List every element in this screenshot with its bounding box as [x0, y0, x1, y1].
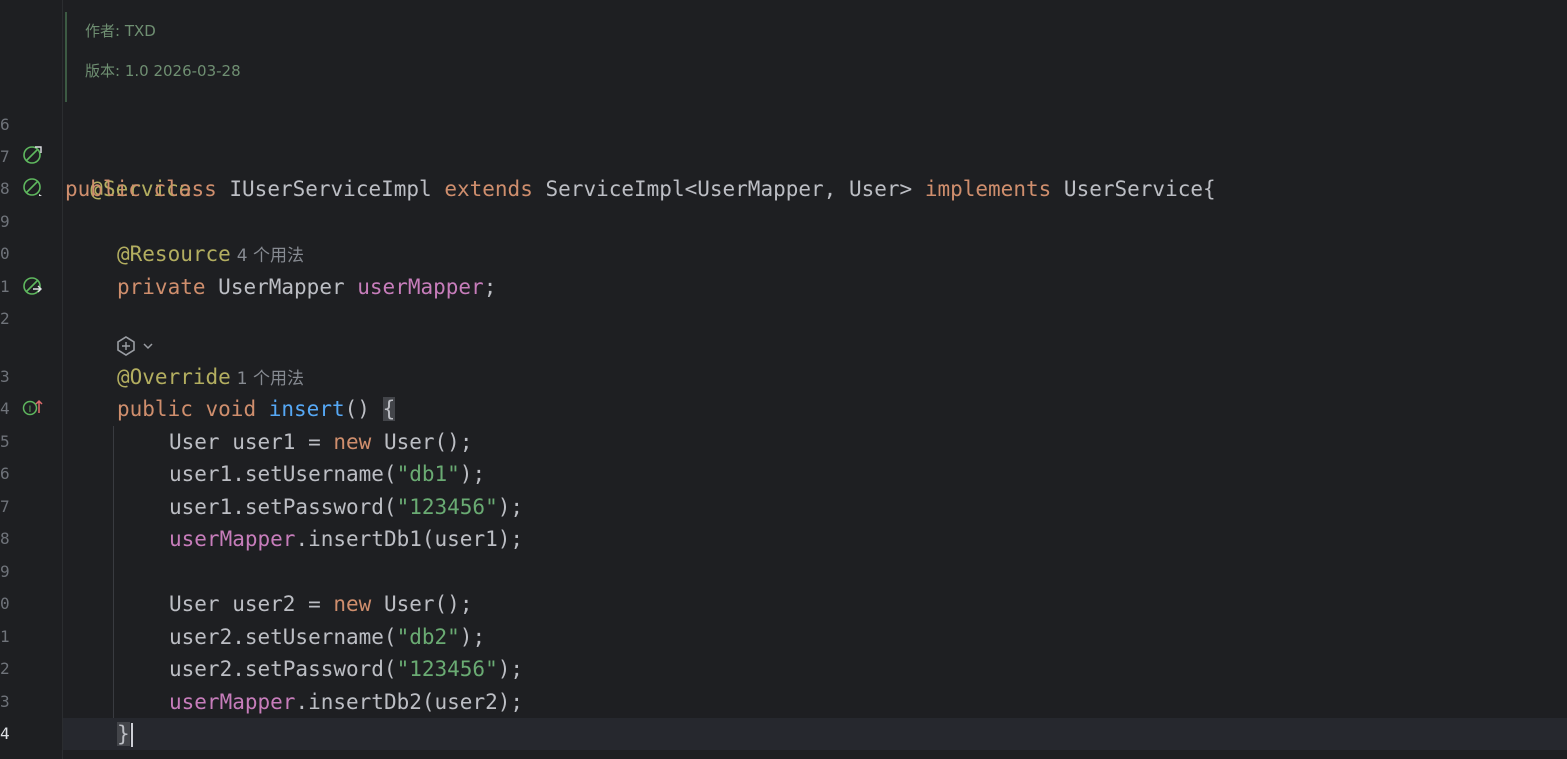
line-number: 1: [0, 277, 10, 296]
autowired-navigate-icon[interactable]: [22, 275, 44, 297]
doc-comment: 作者: TXD 版本: 1.0 2026-03-28: [65, 12, 667, 102]
indent-guide: [113, 426, 114, 722]
usages-hint[interactable]: 1 个用法: [237, 369, 304, 389]
code-line[interactable]: private UserMapper userMapper;: [117, 271, 1567, 303]
line-number: 6: [0, 464, 10, 483]
spring-bean-icon[interactable]: [22, 144, 44, 166]
code-line[interactable]: @Override 1 个用法: [117, 361, 1567, 393]
ai-assistant-widget[interactable]: [115, 334, 161, 358]
line-number: 6: [0, 115, 10, 134]
svg-text:I: I: [29, 405, 32, 415]
code-line[interactable]: User user1 = new User();: [169, 426, 1567, 458]
matched-brace: {: [382, 397, 396, 421]
line-number: 8: [0, 179, 10, 198]
line-number: 9: [0, 562, 10, 581]
gutter-separator: [62, 0, 63, 759]
line-number: 9: [0, 212, 10, 231]
line-number: 4: [0, 399, 10, 418]
ai-sparkle-icon: [117, 336, 135, 356]
code-line[interactable]: @Resource 4 个用法: [117, 238, 1567, 270]
line-number: 0: [0, 594, 10, 613]
line-number: 3: [0, 692, 10, 711]
doc-version: 版本: 1.0 2026-03-28: [85, 62, 241, 80]
implements-method-icon[interactable]: I: [22, 397, 44, 419]
code-line[interactable]: user2.setUsername("db2");: [169, 621, 1567, 653]
code-line-current[interactable]: }: [63, 718, 1567, 750]
code-line[interactable]: userMapper.insertDb2(user2);: [169, 686, 1567, 718]
line-number: 1: [0, 627, 10, 646]
code-line[interactable]: public void insert() {: [117, 393, 1567, 425]
line-number-current: 4: [0, 724, 10, 743]
usages-hint[interactable]: 4 个用法: [237, 246, 304, 266]
line-number: 7: [0, 147, 10, 166]
doc-author: 作者: TXD: [85, 22, 156, 40]
code-line[interactable]: User user2 = new User();: [169, 588, 1567, 620]
code-line[interactable]: user1.setUsername("db1");: [169, 458, 1567, 490]
line-number: 3: [0, 367, 10, 386]
code-line[interactable]: user2.setPassword("123456");: [169, 653, 1567, 685]
chevron-down-icon: [143, 343, 153, 350]
line-number: 7: [0, 497, 10, 516]
line-number: 2: [0, 309, 10, 328]
spring-bean-icon[interactable]: [22, 176, 44, 198]
code-line[interactable]: user1.setPassword("123456");: [169, 491, 1567, 523]
matched-brace: }: [117, 722, 130, 746]
line-number: 5: [0, 432, 10, 451]
line-number: 0: [0, 244, 10, 263]
code-line[interactable]: @Service: [65, 141, 1567, 201]
line-number: 2: [0, 659, 10, 678]
line-number: 8: [0, 529, 10, 548]
code-line[interactable]: public class IUserServiceImpl extends Se…: [65, 173, 1567, 205]
code-line[interactable]: userMapper.insertDb1(user1);: [169, 523, 1567, 555]
text-caret: [130, 723, 133, 747]
